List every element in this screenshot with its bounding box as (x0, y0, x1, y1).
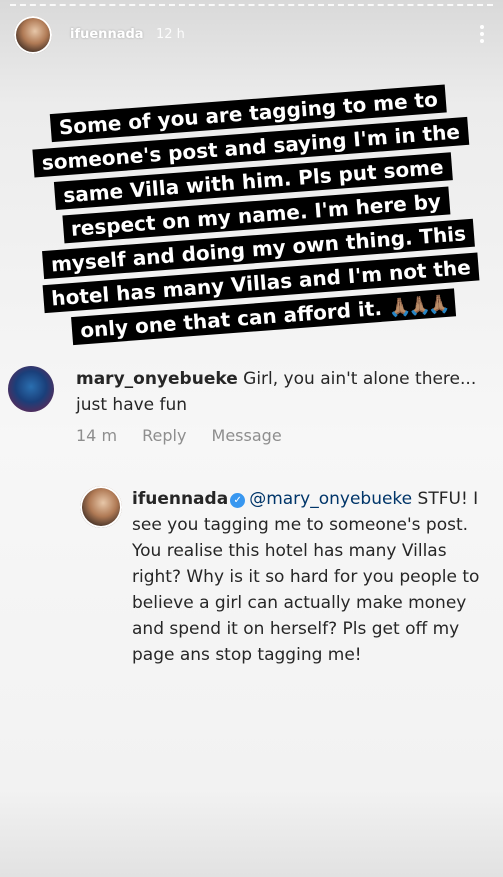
more-options-icon[interactable] (477, 22, 487, 48)
reply-body: ifuennada ✓ @mary_onyebueke STFU! I see yo… (132, 486, 484, 668)
mention-link[interactable]: @mary_onyebueke (249, 489, 412, 509)
reply-avatar[interactable] (80, 486, 122, 528)
avatar[interactable] (14, 16, 52, 54)
reply-button[interactable]: Reply (142, 426, 186, 445)
comment-meta: 14 m Reply Message (76, 426, 302, 445)
reply-text: STFU! I see you tagging me to someone's … (132, 489, 480, 665)
story-caption: Some of you are tagging to me to someone… (22, 79, 491, 352)
message-button[interactable]: Message (212, 426, 282, 445)
story-header: ifuennada 12 h (14, 14, 489, 58)
story-time: 12 h (156, 27, 185, 42)
commenter-avatar[interactable] (8, 366, 54, 412)
comment-username[interactable]: mary_onyebueke (76, 369, 238, 389)
reply-username[interactable]: ifuennada (132, 489, 228, 509)
comment-body: mary_onyebueke Girl, you ain't alone the… (76, 366, 501, 418)
praying-hands-emoji: 🙏🏽🙏🏽🙏🏽 (388, 293, 448, 320)
story-username[interactable]: ifuennada (70, 27, 144, 42)
story-progress-bar (10, 4, 493, 8)
comment-time: 14 m (76, 426, 118, 445)
verified-badge-icon: ✓ (230, 493, 246, 508)
